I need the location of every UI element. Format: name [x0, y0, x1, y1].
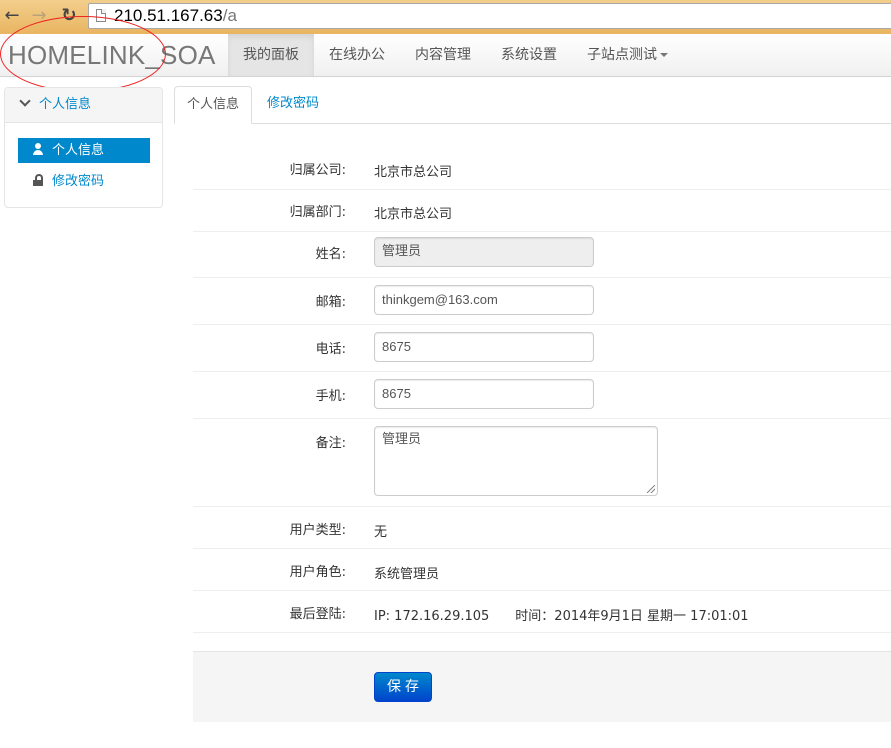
remarks-textarea[interactable]: 管理员	[374, 426, 658, 496]
department-value: 北京市总公司	[374, 207, 453, 222]
department-label: 归属部门:	[289, 205, 346, 220]
name-input[interactable]: 管理员	[374, 237, 594, 267]
remarks-label: 备注:	[315, 436, 346, 451]
name-label: 姓名:	[315, 247, 346, 262]
nav-item-content-management[interactable]: 内容管理	[400, 34, 486, 76]
form-row-email: 邮箱: thinkgem@163.com	[193, 277, 891, 325]
mobile-input[interactable]: 8675	[374, 379, 594, 409]
form-row-user-type: 用户类型: 无	[193, 506, 891, 549]
brand-logo[interactable]: HOMELINK_SOA	[8, 39, 216, 71]
page-icon	[96, 9, 106, 22]
nav-item-my-panel[interactable]: 我的面板	[228, 34, 314, 76]
sidebar-item-change-password[interactable]: 修改密码	[18, 169, 150, 194]
address-bar[interactable]: 210.51.167.63/a	[88, 3, 891, 29]
user-role-label: 用户角色:	[289, 565, 346, 580]
top-navbar: HOMELINK_SOA 我的面板 在线办公 内容管理 系统设置 子站点测试	[0, 34, 891, 77]
user-type-label: 用户类型:	[289, 523, 346, 538]
phone-label: 电话:	[315, 342, 346, 357]
forward-arrow-icon[interactable]: →	[28, 5, 50, 27]
form-actions: 保存	[193, 651, 891, 722]
nav-item-online-office[interactable]: 在线办公	[314, 34, 400, 76]
reload-icon[interactable]: ↻	[58, 5, 80, 27]
chevron-down-icon	[19, 95, 31, 107]
sidebar-header-label: 个人信息	[39, 97, 92, 112]
resize-grip-icon[interactable]	[647, 485, 655, 493]
sidebar-header[interactable]: 个人信息	[5, 88, 162, 123]
sidebar-panel: 个人信息 个人信息 修改密码	[4, 87, 163, 208]
url-path: /a	[222, 6, 237, 25]
nav-item-substation-test[interactable]: 子站点测试	[572, 34, 683, 76]
form-row-company: 归属公司: 北京市总公司	[193, 147, 891, 190]
user-icon	[32, 143, 44, 155]
caret-down-icon	[660, 53, 668, 57]
company-label: 归属公司:	[289, 163, 346, 178]
tab-personal-info[interactable]: 个人信息	[174, 86, 252, 124]
form-row-remarks: 备注: 管理员	[193, 418, 891, 507]
nav-item-system-settings[interactable]: 系统设置	[486, 34, 572, 76]
last-login-value: IP: 172.16.29.105 时间：2014年9月1日 星期一 17:01…	[374, 609, 749, 624]
form-row-user-role: 用户角色: 系统管理员	[193, 548, 891, 591]
form-row-name: 姓名: 管理员	[193, 231, 891, 278]
sidebar-item-label: 修改密码	[52, 174, 105, 189]
back-arrow-icon[interactable]: ←	[1, 5, 23, 27]
form-row-last-login: 最后登陆: IP: 172.16.29.105 时间：2014年9月1日 星期一…	[193, 590, 891, 633]
form-row-department: 归属部门: 北京市总公司	[193, 189, 891, 232]
url-text[interactable]: 210.51.167.63/a	[114, 6, 237, 26]
company-value: 北京市总公司	[374, 165, 453, 180]
nav-item-substation-test-label: 子站点测试	[587, 47, 657, 63]
form-row-mobile: 手机: 8675	[193, 371, 891, 419]
user-role-value: 系统管理员	[374, 567, 440, 582]
browser-toolbar: ← → ↻ 210.51.167.63/a	[0, 0, 891, 35]
form-row-phone: 电话: 8675	[193, 324, 891, 372]
save-button[interactable]: 保存	[374, 672, 432, 702]
tab-change-password[interactable]: 修改密码	[255, 86, 331, 124]
main-nav: 我的面板 在线办公 内容管理 系统设置 子站点测试	[228, 34, 683, 76]
remarks-text: 管理员	[382, 432, 422, 447]
last-login-label: 最后登陆:	[289, 607, 346, 622]
email-label: 邮箱:	[315, 295, 346, 310]
url-host: 210.51.167.63	[114, 6, 223, 25]
email-input[interactable]: thinkgem@163.com	[374, 285, 594, 315]
user-type-value: 无	[374, 525, 388, 540]
sidebar-item-personal-info[interactable]: 个人信息	[18, 138, 150, 163]
mobile-label: 手机:	[315, 389, 346, 404]
tab-bar: 个人信息 修改密码	[174, 86, 891, 124]
sidebar-item-label: 个人信息	[52, 143, 105, 158]
lock-icon	[32, 174, 44, 186]
phone-input[interactable]: 8675	[374, 332, 594, 362]
